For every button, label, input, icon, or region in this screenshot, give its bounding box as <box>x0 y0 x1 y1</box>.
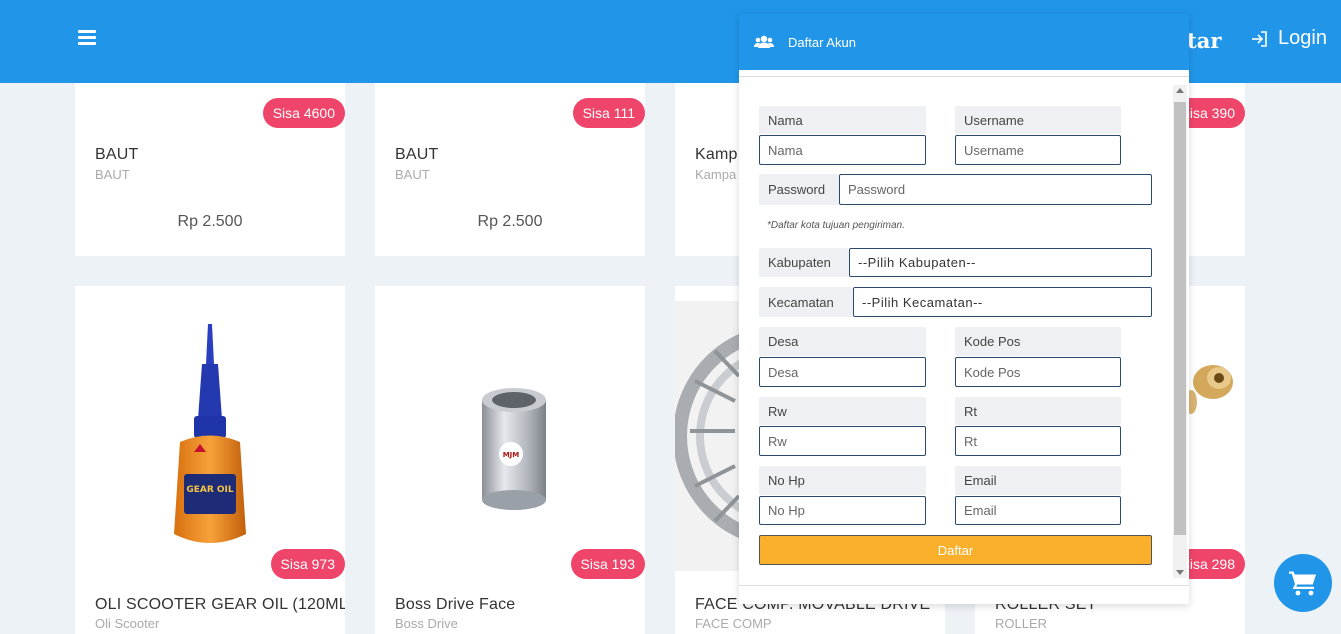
email-input[interactable] <box>955 496 1121 525</box>
kecamatan-label: Kecamatan <box>759 287 853 317</box>
kodepos-label: Kode Pos <box>955 327 1121 356</box>
stock-badge: Sisa 193 <box>570 549 645 579</box>
stock-badge: Sisa 4600 <box>262 98 345 128</box>
login-link[interactable]: Login <box>1250 27 1327 50</box>
email-label: Email <box>955 466 1121 495</box>
kabupaten-label: Kabupaten <box>759 248 849 277</box>
product-price: Rp 2.500 <box>477 213 543 230</box>
rw-input[interactable] <box>759 426 926 456</box>
product-category: FACE COMP <box>695 616 772 631</box>
desa-label: Desa <box>759 327 926 356</box>
product-name: Boss Drive Face <box>395 596 516 613</box>
shopping-cart-icon <box>1289 571 1316 596</box>
modal-header: Daftar Akun <box>739 14 1189 70</box>
modal-scrollbar[interactable] <box>1173 85 1187 578</box>
brand-mark-text: MJM <box>503 451 520 459</box>
password-label: Password <box>759 174 839 205</box>
roller-image <box>1185 365 1233 414</box>
product-category: BAUT <box>95 167 130 182</box>
rt-label: Rt <box>955 397 1121 425</box>
rt-input[interactable] <box>955 426 1121 456</box>
stock-badge: Sisa 973 <box>270 549 345 579</box>
product-category: Boss Drive <box>395 616 458 631</box>
desa-input[interactable] <box>759 357 926 387</box>
product-name: BAUT <box>95 146 139 163</box>
users-icon <box>754 35 774 48</box>
rw-label: Rw <box>759 397 926 425</box>
product-name: OLI SCOOTER GEAR OIL (120ML) <box>95 596 345 613</box>
scroll-down-arrow-icon[interactable] <box>1176 570 1184 575</box>
nohp-input[interactable] <box>759 496 926 525</box>
username-input[interactable] <box>955 135 1121 165</box>
login-label: Login <box>1278 27 1327 49</box>
product-category: Kampa <box>695 167 737 182</box>
product-card[interactable]: GEAR OIL Sisa 973 OLI SCOOTER GEAR OIL (… <box>75 286 345 634</box>
cart-button[interactable] <box>1274 554 1332 612</box>
register-modal: Daftar Akun Nama Username Password *Daft… <box>739 14 1189 604</box>
drive-face-plate-image <box>675 301 739 571</box>
hamburger-menu-icon[interactable] <box>78 30 96 46</box>
login-arrow-icon <box>1252 30 1267 47</box>
product-name: BAUT <box>395 146 439 163</box>
product-card[interactable]: Sisa 4600 BAUT BAUT Rp 2.500 <box>75 83 345 256</box>
divider <box>739 76 1189 77</box>
shipping-note: *Daftar kota tujuan pengiriman. <box>767 220 905 231</box>
product-name: Kamp <box>695 146 738 163</box>
product-card[interactable]: Sisa 111 BAUT BAUT Rp 2.500 <box>375 83 645 256</box>
scroll-up-arrow-icon[interactable] <box>1176 88 1184 93</box>
product-category: ROLLER <box>995 616 1048 631</box>
product-card[interactable]: MJM Sisa 193 Boss Drive Face Boss Drive <box>375 286 645 634</box>
divider <box>739 585 1189 586</box>
modal-title: Daftar Akun <box>788 34 856 50</box>
gear-oil-bottle-image: GEAR OIL <box>174 324 246 543</box>
kodepos-input[interactable] <box>955 357 1121 387</box>
nohp-label: No Hp <box>759 466 926 495</box>
metal-bushing-image: MJM <box>482 388 546 510</box>
stock-badge: Sisa 111 <box>572 98 645 128</box>
nama-input[interactable] <box>759 135 926 165</box>
nama-label: Nama <box>759 106 926 134</box>
bottle-label-text: GEAR OIL <box>186 485 234 495</box>
password-input[interactable] <box>839 174 1152 205</box>
product-price: Rp 2.500 <box>177 213 243 230</box>
kecamatan-select[interactable]: --Pilih Kecamatan-- <box>853 287 1152 317</box>
daftar-submit-button[interactable]: Daftar <box>759 535 1152 565</box>
scroll-thumb[interactable] <box>1174 102 1186 535</box>
kabupaten-select[interactable]: --Pilih Kabupaten-- <box>849 248 1152 277</box>
product-category: Oli Scooter <box>95 616 160 631</box>
product-category: BAUT <box>395 167 430 182</box>
username-label: Username <box>955 106 1121 134</box>
